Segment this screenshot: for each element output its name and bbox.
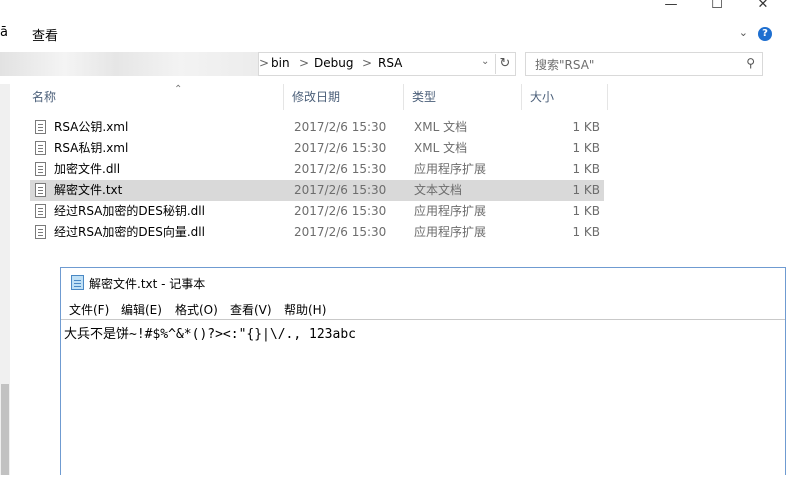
file-type: 应用程序扩展 <box>414 162 487 176</box>
window-controls: — ☐ ✕ <box>648 0 786 14</box>
menu-edit[interactable]: 编辑(E) <box>121 301 162 318</box>
file-name: 解密文件.txt <box>54 183 123 197</box>
menu-help[interactable]: 帮助(H) <box>284 301 326 318</box>
file-date: 2017/2/6 15:30 <box>294 225 387 239</box>
file-name: 经过RSA加密的DES秘钥.dll <box>54 204 205 218</box>
search-placeholder: 搜索"RSA" <box>535 58 595 72</box>
notepad-content: 大兵不是饼~!#$%^&*()?><:"{}|\/., 123abc <box>64 327 356 342</box>
file-name: 经过RSA加密的DES向量.dll <box>54 225 205 239</box>
file-type: XML 文档 <box>414 120 468 134</box>
xml-file-icon <box>35 120 46 134</box>
column-name[interactable]: 名称 ⌃ <box>24 84 284 110</box>
column-size[interactable]: 大小 <box>522 84 608 110</box>
notepad-text-area[interactable]: 大兵不是饼~!#$%^&*()?><:"{}|\/., 123abc <box>61 319 785 477</box>
scrollbar-thumb[interactable] <box>1 384 9 475</box>
dll-file-icon <box>35 225 46 239</box>
search-icon[interactable]: ⚲ <box>746 56 755 70</box>
breadcrumb-separator: > <box>299 56 310 70</box>
txt-file-icon <box>35 183 46 197</box>
file-size: 1 KB <box>572 162 600 176</box>
menu-format[interactable]: 格式(O) <box>175 301 218 318</box>
address-bar[interactable]: > bin > Debug > RSA ⌄ ↻ <box>258 52 516 76</box>
breadcrumb-separator: > <box>259 56 270 70</box>
file-date: 2017/2/6 15:30 <box>294 162 387 176</box>
menu-file[interactable]: 文件(F) <box>69 301 109 318</box>
nav-pane-scrollbar[interactable] <box>0 84 10 475</box>
file-row-selected[interactable]: 解密文件.txt 2017/2/6 15:30 文本文档 1 KB <box>30 180 604 201</box>
file-list: RSA公钥.xml 2017/2/6 15:30 XML 文档 1 KB RSA… <box>30 117 604 243</box>
file-date: 2017/2/6 15:30 <box>294 120 387 134</box>
sort-up-icon: ⌃ <box>174 84 183 95</box>
ribbon-tab-partial[interactable]: ā <box>0 25 8 40</box>
file-row[interactable]: 经过RSA加密的DES向量.dll 2017/2/6 15:30 应用程序扩展 … <box>30 222 604 243</box>
breadcrumb-separator: > <box>362 56 373 70</box>
file-size: 1 KB <box>572 225 600 239</box>
file-size: 1 KB <box>572 183 600 197</box>
address-row: > bin > Debug > RSA ⌄ ↻ 搜索"RSA" ⚲ <box>0 52 786 76</box>
chevron-down-icon[interactable]: ⌄ <box>739 26 748 39</box>
help-icon[interactable]: ? <box>758 27 772 41</box>
column-type-label: 类型 <box>412 90 437 104</box>
notepad-window: 解密文件.txt - 记事本 文件(F) 编辑(E) 格式(O) 查看(V) 帮… <box>60 267 786 477</box>
close-button[interactable]: ✕ <box>740 0 786 14</box>
notepad-titlebar[interactable]: 解密文件.txt - 记事本 <box>61 268 785 298</box>
file-name: 加密文件.dll <box>54 162 121 176</box>
dll-file-icon <box>35 162 46 176</box>
breadcrumb-bin[interactable]: bin <box>271 56 290 70</box>
search-input[interactable]: 搜索"RSA" ⚲ <box>525 52 763 76</box>
chevron-down-icon[interactable]: ⌄ <box>481 56 489 67</box>
file-row[interactable]: RSA公钥.xml 2017/2/6 15:30 XML 文档 1 KB <box>30 117 604 138</box>
refresh-icon[interactable]: ↻ <box>495 54 514 74</box>
file-row[interactable]: RSA私钥.xml 2017/2/6 15:30 XML 文档 1 KB <box>30 138 604 159</box>
file-size: 1 KB <box>572 120 600 134</box>
notepad-menubar: 文件(F) 编辑(E) 格式(O) 查看(V) 帮助(H) <box>61 298 785 318</box>
file-date: 2017/2/6 15:30 <box>294 204 387 218</box>
column-date[interactable]: 修改日期 <box>284 84 404 110</box>
ribbon-tabs: ā 查看 ⌄ ? <box>0 22 786 44</box>
minimize-button[interactable]: — <box>648 0 694 14</box>
xml-file-icon <box>35 141 46 155</box>
file-date: 2017/2/6 15:30 <box>294 141 387 155</box>
column-type[interactable]: 类型 <box>404 84 522 110</box>
file-date: 2017/2/6 15:30 <box>294 183 387 197</box>
notepad-icon <box>71 275 84 290</box>
file-size: 1 KB <box>572 204 600 218</box>
file-type: 应用程序扩展 <box>414 225 487 239</box>
file-row[interactable]: 经过RSA加密的DES秘钥.dll 2017/2/6 15:30 应用程序扩展 … <box>30 201 604 222</box>
column-header: 名称 ⌃ 修改日期 类型 大小 <box>24 84 608 110</box>
breadcrumb-rsa[interactable]: RSA <box>378 56 402 70</box>
breadcrumb-debug[interactable]: Debug <box>314 56 353 70</box>
file-size: 1 KB <box>572 141 600 155</box>
file-type: XML 文档 <box>414 141 468 155</box>
maximize-button[interactable]: ☐ <box>694 0 740 14</box>
dll-file-icon <box>35 204 46 218</box>
file-type: 文本文档 <box>414 183 463 197</box>
tab-view[interactable]: 查看 <box>32 25 58 44</box>
file-type: 应用程序扩展 <box>414 204 487 218</box>
column-size-label: 大小 <box>530 90 555 104</box>
column-date-label: 修改日期 <box>292 90 341 104</box>
column-name-label: 名称 <box>32 90 57 104</box>
file-name: RSA私钥.xml <box>54 141 129 155</box>
address-blurred-region <box>0 52 258 76</box>
menu-view[interactable]: 查看(V) <box>230 301 272 318</box>
notepad-title: 解密文件.txt - 记事本 <box>89 277 206 291</box>
file-row[interactable]: 加密文件.dll 2017/2/6 15:30 应用程序扩展 1 KB <box>30 159 604 180</box>
file-name: RSA公钥.xml <box>54 120 129 134</box>
